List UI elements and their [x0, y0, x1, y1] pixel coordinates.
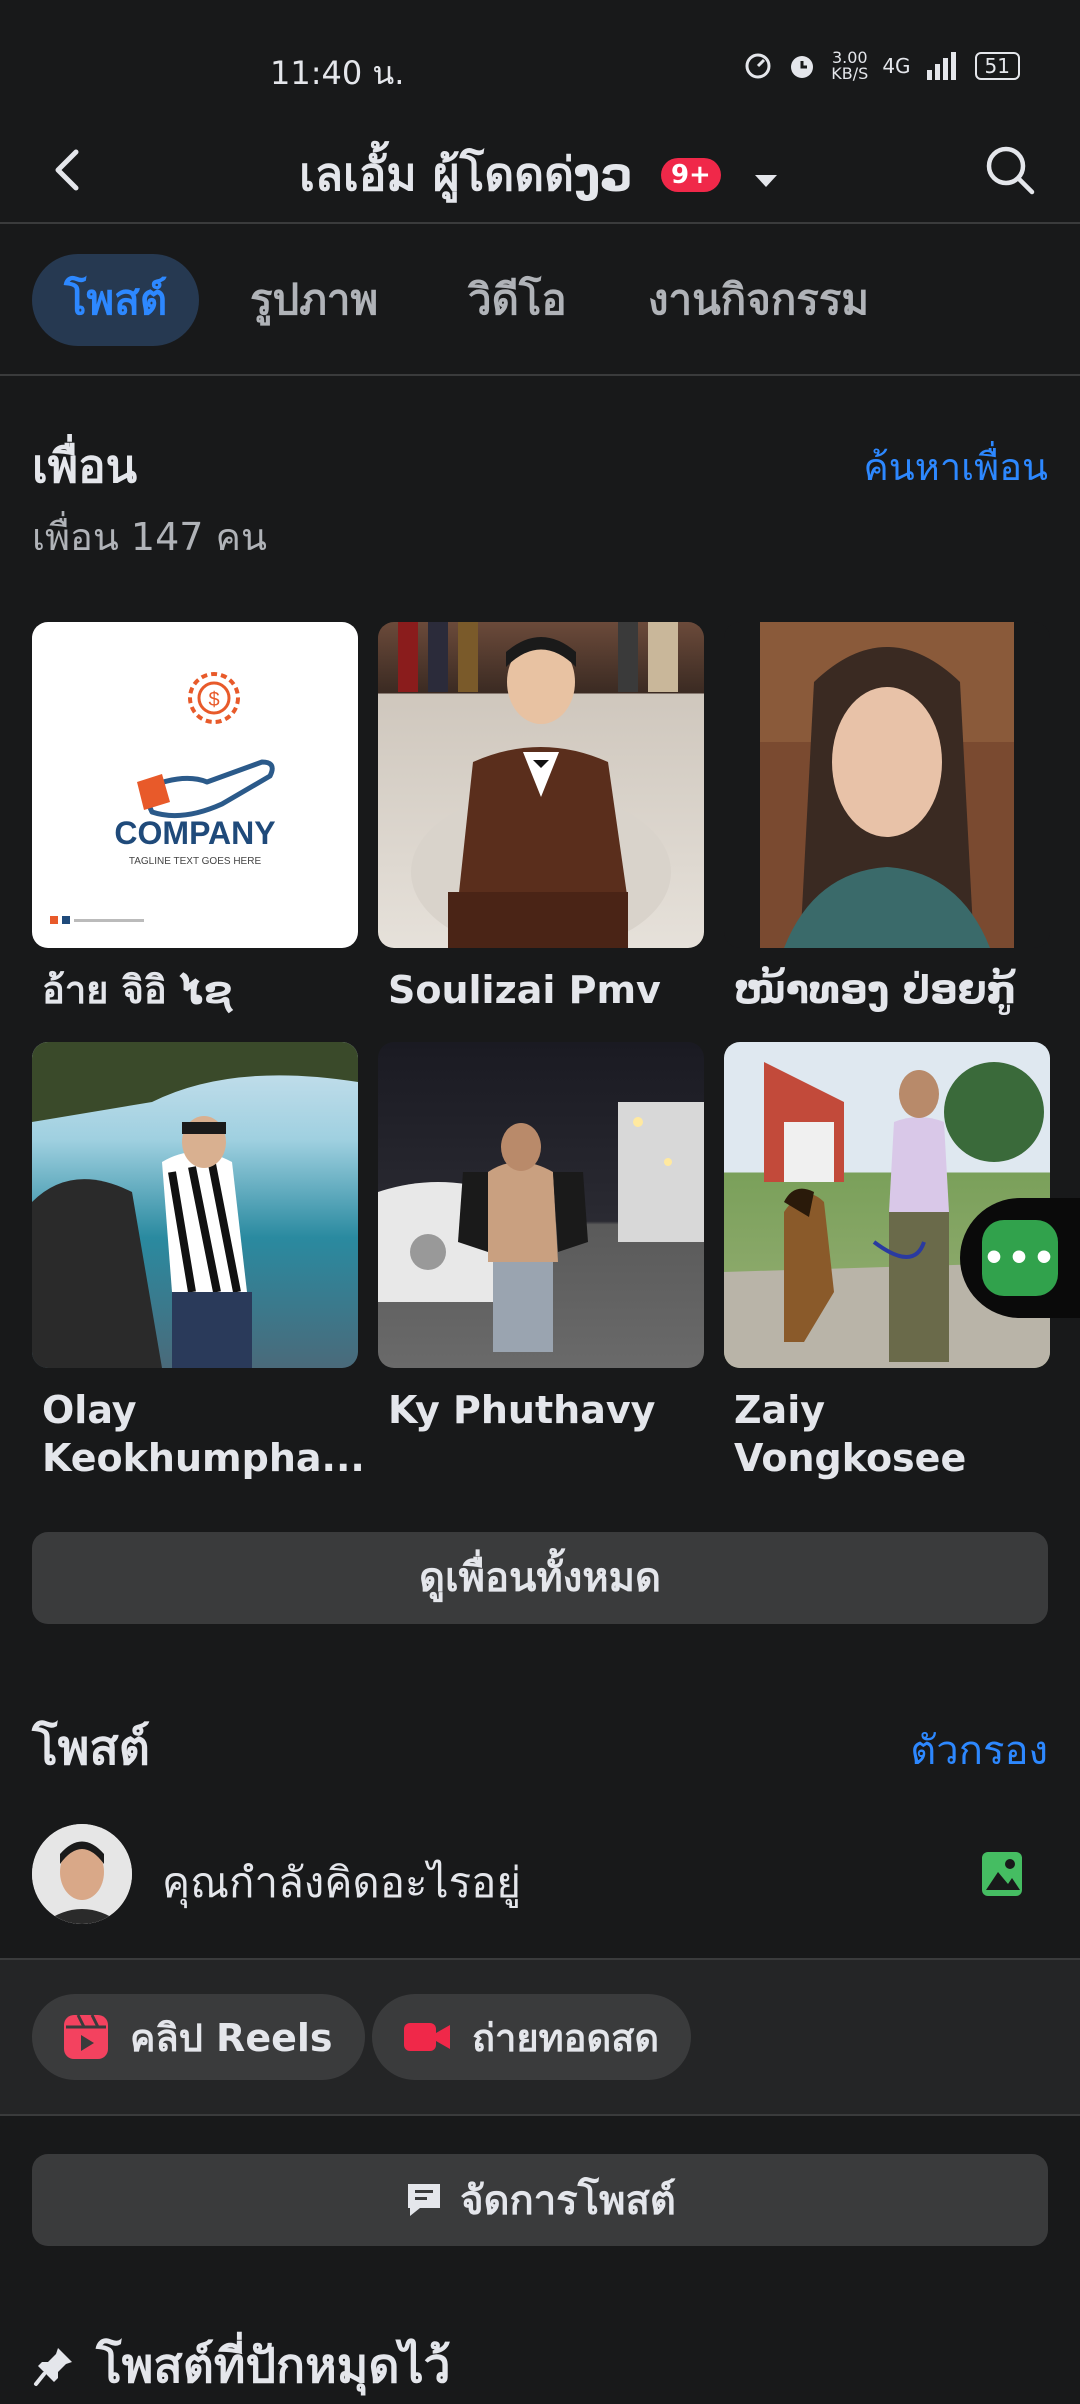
friend-card[interactable]: Olay Keokhumpha...	[32, 1042, 365, 1482]
chevron-down-icon	[751, 148, 781, 202]
battery-indicator: 51	[974, 52, 1020, 80]
photo-icon[interactable]	[980, 1850, 1024, 1898]
friend-name: Zaiy Vongkosee	[734, 1388, 967, 1480]
friend-card[interactable]: Ky Phuthavy	[378, 1042, 704, 1434]
friend-photo	[32, 1042, 358, 1368]
tab-photos[interactable]: รูปภาพ	[218, 254, 410, 346]
posts-heading: โพสต์	[32, 1720, 150, 1776]
friend-card[interactable]: Soulizai Pmv	[378, 622, 704, 1014]
create-options-bar: คลิป Reels ถ่ายทอดสด	[0, 1958, 1080, 2116]
search-icon	[986, 146, 1035, 195]
company-logo-brand: COMPANY	[114, 815, 275, 851]
svg-text:$: $	[208, 689, 219, 711]
pinned-posts-label: โพสต์ที่ปักหมุดไว้	[96, 2338, 451, 2394]
reels-icon	[64, 2014, 108, 2059]
friend-card[interactable]: ໜ້າທອງ ປ່ອຍກູ້	[724, 622, 1050, 1014]
friend-card[interactable]: $ COMPANY TAGLINE TEXT GOES HERE อ้าย จิ…	[32, 622, 358, 1014]
composer-placeholder[interactable]: คุณกำลังคิดอะไรอยู่	[162, 1850, 521, 1916]
friend-name: อ้าย จิอิ ໄຊ	[42, 968, 233, 1012]
tab-videos[interactable]: วิดีโอ	[436, 254, 599, 346]
manage-posts-button[interactable]: จัดการโพสต์	[32, 2154, 1048, 2246]
manage-posts-icon	[408, 2184, 441, 2216]
chat-bubble-button[interactable]: •••	[960, 1198, 1080, 1318]
tab-posts[interactable]: โพสต์	[32, 254, 200, 346]
woman-portrait-image	[760, 622, 1014, 948]
status-bar: 11:40 น. 3.00 KB/S 4G 51	[0, 0, 1080, 130]
company-logo-image: $ COMPANY TAGLINE TEXT GOES HERE	[50, 672, 276, 924]
profile-header: เลเอั้ม ผู้โดดด่ງວ 9+	[0, 130, 1080, 224]
profile-tabs: โพสต์ รูปภาพ วิดีโอ งานกิจกรรม	[0, 224, 1080, 376]
find-friends-link[interactable]: ค้นหาเพื่อน	[863, 436, 1048, 497]
friend-photo	[378, 622, 704, 948]
signal-icon	[926, 52, 956, 80]
man-at-sea-image	[32, 1042, 358, 1368]
alarm-icon	[791, 56, 814, 78]
profile-name: เลเอั้ม ผู้โดดด่ງວ	[299, 147, 633, 201]
man-by-car-image	[378, 1102, 704, 1352]
friend-photo: $ COMPANY TAGLINE TEXT GOES HERE	[32, 622, 358, 948]
data-saver-icon	[745, 53, 771, 79]
pinned-posts-heading: โพสต์ที่ปักหมุดไว้	[32, 2328, 451, 2404]
friend-name: Soulizai Pmv	[388, 968, 661, 1012]
manage-posts-label: จัดการโพสต์	[460, 2178, 676, 2224]
friend-name: Ky Phuthavy	[388, 1388, 656, 1432]
reels-button[interactable]: คลิป Reels	[32, 1994, 365, 2080]
friend-photo	[378, 1042, 704, 1368]
company-logo-tagline: TAGLINE TEXT GOES HERE	[129, 856, 262, 867]
friend-name: ໜ້າທອງ ປ່ອຍກູ້	[734, 968, 1017, 1012]
live-label: ถ่ายทอดสด	[472, 2015, 660, 2060]
friends-count: เพื่อน 147 คน	[32, 515, 267, 559]
post-composer[interactable]: คุณกำลังคิดอะไรอยู่	[0, 1800, 1080, 1958]
network-speed: 3.00 KB/S	[831, 48, 869, 83]
search-button[interactable]	[980, 140, 1040, 200]
filter-link[interactable]: ตัวกรอง	[910, 1718, 1048, 1782]
status-icons: 3.00 KB/S 4G 51	[743, 50, 1020, 82]
tab-events[interactable]: งานกิจกรรม	[616, 254, 901, 346]
live-video-icon	[404, 2023, 450, 2051]
profile-switcher[interactable]: เลเอั้ม ผู้โดดด่ງວ 9+	[0, 138, 1080, 211]
avatar[interactable]	[32, 1824, 132, 1924]
friend-photo	[724, 622, 1050, 948]
see-all-friends-button[interactable]: ดูเพื่อนทั้งหมด	[32, 1532, 1048, 1624]
reels-label: คลิป Reels	[130, 2015, 333, 2060]
avatar-image	[32, 1824, 132, 1924]
more-dots-icon: •••	[982, 1220, 1058, 1296]
network-type: 4G	[882, 54, 911, 78]
friends-heading: เพื่อน	[32, 439, 138, 493]
friend-name: Olay Keokhumpha...	[42, 1388, 365, 1480]
live-button[interactable]: ถ่ายทอดสด	[372, 1994, 692, 2080]
pin-icon	[34, 2348, 72, 2386]
status-time: 11:40 น.	[270, 54, 405, 92]
notification-badge: 9+	[660, 157, 721, 192]
man-in-suit-image	[398, 622, 678, 948]
